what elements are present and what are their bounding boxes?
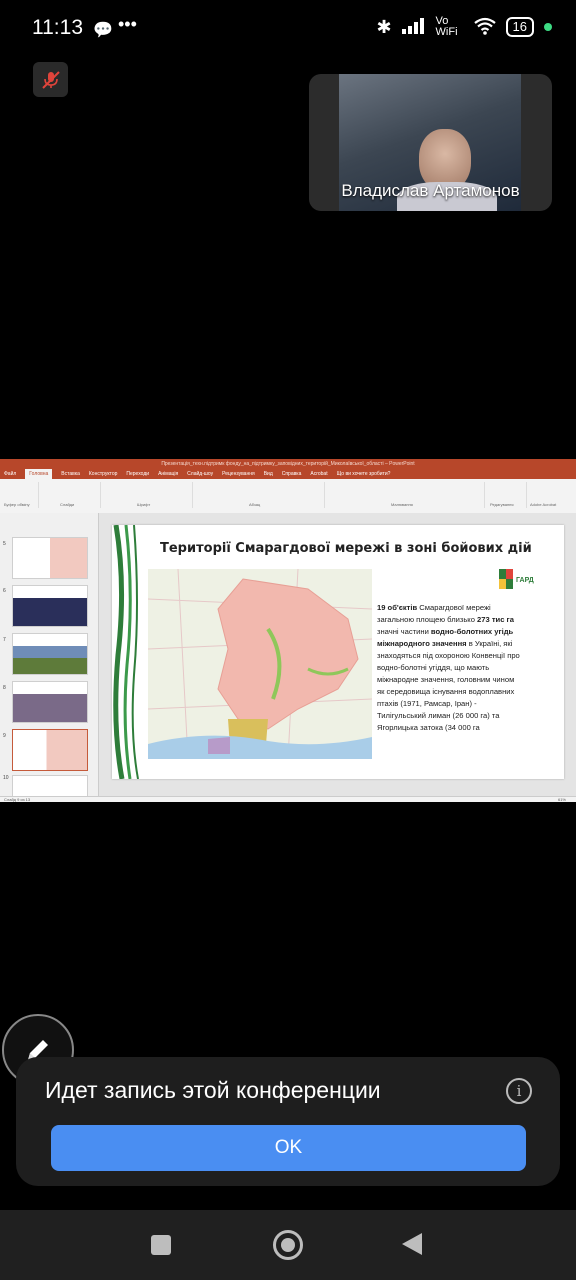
- ribbon-group-font: Шрифт: [102, 482, 193, 508]
- shared-screen[interactable]: Презентація_техн.підтримк фонду_на_підтр…: [0, 459, 576, 802]
- thumb-number: 10: [3, 775, 9, 781]
- system-nav-bar: [0, 1210, 576, 1280]
- ribbon-group-acrobat: Adobe Acrobat: [530, 502, 557, 507]
- tab-file[interactable]: Файл: [4, 469, 16, 479]
- participant-name: Владислав Артамонов: [341, 181, 520, 200]
- logo-image: ГАРД: [499, 569, 541, 589]
- ok-button[interactable]: OK: [51, 1125, 526, 1171]
- editor-area: 5 6 7 8 9 10 Території Смарагдової мереж…: [0, 513, 576, 797]
- tab-transitions[interactable]: Переходи: [126, 469, 149, 479]
- slide-thumbnail-selected[interactable]: [12, 729, 88, 771]
- system-icons: ✱ Vo WiFi 16: [376, 16, 552, 38]
- slide-title: Території Смарагдової мережі в зоні бойо…: [160, 541, 532, 556]
- window-title: Презентація_техн.підтримк фонду_на_підтр…: [0, 459, 576, 469]
- tab-view[interactable]: Вид: [264, 469, 273, 479]
- tab-help[interactable]: Справка: [282, 469, 302, 479]
- mic-off-icon: [41, 70, 60, 89]
- tab-review[interactable]: Рецензування: [222, 469, 255, 479]
- recording-notice: Идет запись этой конференции i OK: [16, 1057, 560, 1186]
- slide-thumbnail[interactable]: [12, 775, 88, 797]
- slide-counter: Слайд 9 из 13: [4, 797, 31, 802]
- ribbon-group-slides: Слайди: [40, 482, 101, 508]
- thumb-number: 8: [3, 685, 6, 691]
- tab-home[interactable]: Головна: [25, 469, 53, 479]
- ribbon-group-clipboard: Буфер обміну: [2, 482, 39, 508]
- thumb-number: 6: [3, 588, 6, 594]
- bluetooth-icon: ✱: [376, 16, 392, 37]
- participant-video-tile[interactable]: Владислав Артамонов: [309, 74, 552, 211]
- tell-me-search[interactable]: Що ви хочете зробити?: [337, 469, 391, 479]
- tab-insert[interactable]: Вставка: [61, 469, 80, 479]
- tab-animations[interactable]: Анімація: [158, 469, 178, 479]
- recents-button[interactable]: [151, 1235, 171, 1255]
- mute-toggle-button[interactable]: [33, 62, 68, 97]
- tab-slideshow[interactable]: Слайд-шоу: [187, 469, 213, 479]
- slide-thumbnail[interactable]: [12, 681, 88, 723]
- thumb-number: 7: [3, 637, 6, 643]
- slide-decoration: [113, 525, 139, 779]
- ribbon-group-paragraph: Абзац: [194, 482, 325, 508]
- home-button[interactable]: [273, 1230, 303, 1260]
- clock: 11:13: [32, 16, 83, 39]
- recording-message: Идет запись этой конференции: [45, 1077, 381, 1103]
- info-icon[interactable]: i: [506, 1078, 532, 1104]
- wifi-icon: [473, 17, 496, 38]
- thumb-number: 9: [3, 733, 6, 739]
- more-notifications-icon: •••: [118, 14, 137, 34]
- status-bar: 11:13 💬 ••• ✱ Vo WiFi 16: [0, 0, 576, 58]
- map-image: [148, 569, 372, 759]
- tab-acrobat[interactable]: Acrobat: [310, 469, 327, 479]
- slide-thumbnails[interactable]: 5 6 7 8 9 10: [0, 513, 99, 797]
- thumb-number: 5: [3, 541, 6, 547]
- ribbon: Буфер обміну Слайди Шрифт Абзац Малюванн…: [0, 479, 576, 514]
- chat-notification-icon: 💬: [93, 22, 113, 39]
- ribbon-group-editing: Редагування: [486, 482, 527, 508]
- slide-thumbnail[interactable]: [12, 537, 88, 579]
- zoom-level: 61%: [557, 797, 566, 802]
- battery-indicator: 16: [505, 17, 534, 37]
- back-button[interactable]: [402, 1233, 422, 1255]
- ribbon-group-drawing: Малювання: [326, 482, 485, 508]
- logo-text: ГАРД: [516, 577, 534, 584]
- current-slide[interactable]: Території Смарагдової мережі в зоні бойо…: [112, 525, 564, 779]
- slide-body-text: 19 об'єктів Смарагдової мережі загальною…: [377, 603, 520, 732]
- slide-thumbnail[interactable]: [12, 585, 88, 627]
- tab-design[interactable]: Конструктор: [89, 469, 118, 479]
- camera-in-use-dot: [544, 23, 552, 31]
- powerpoint-status-bar: Слайд 9 из 13 61%: [0, 796, 576, 802]
- vowifi-label: Vo WiFi: [435, 15, 458, 38]
- slide-thumbnail[interactable]: [12, 633, 88, 675]
- signal-icon: [401, 17, 426, 37]
- ribbon-tabs: Файл Головна Вставка Конструктор Переход…: [0, 469, 576, 479]
